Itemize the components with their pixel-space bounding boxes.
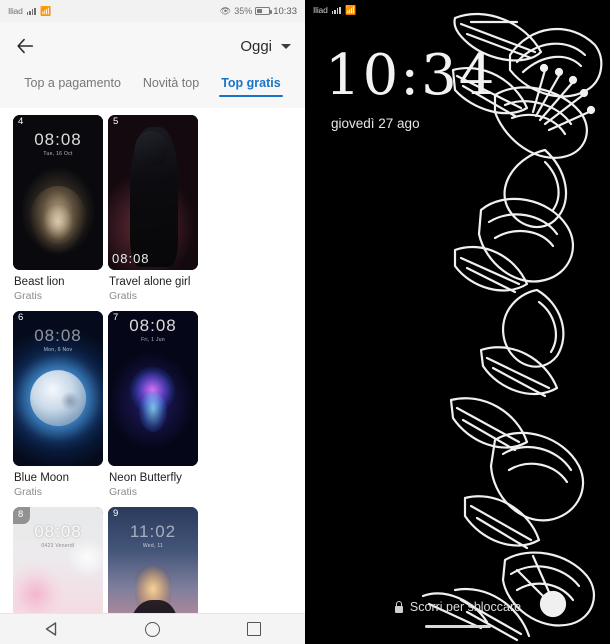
navigation-bar: [0, 613, 305, 644]
home-indicator: [424, 625, 491, 628]
theme-price: Gratis: [14, 486, 43, 498]
theme-price: Gratis: [109, 290, 138, 302]
status-bar-left: Iliad 📶: [8, 6, 51, 16]
theme-grid-scroll[interactable]: 4 08:08 Tue, 16 Oct Beast lion Gratis 5: [0, 108, 305, 614]
theme-card[interactable]: 6 08:08 Mon, 6 Nov Blue Moon Gratis: [13, 311, 103, 498]
rank-badge: 8: [13, 507, 31, 524]
carrier-label: Iliad: [313, 5, 328, 15]
lock-screen-clock: 10:34 giovedì 27 ago: [325, 43, 497, 132]
lock-clock-time: 10:34: [325, 43, 497, 108]
theme-thumbnail[interactable]: 9 11:02 Wed, 11: [108, 507, 198, 614]
theme-card[interactable]: 8 08:08 0423 Venerdì The Bank of Qin... …: [13, 507, 103, 614]
tab-top-free[interactable]: Top gratis: [219, 76, 283, 97]
theme-artwork: [108, 507, 198, 614]
eye-care-icon: 👁: [219, 5, 232, 16]
theme-artwork: [13, 311, 103, 466]
status-bar-right: 👁 35% 10:33: [220, 6, 297, 17]
rank-badge: 5: [113, 116, 119, 127]
wifi-icon: 📶: [344, 4, 357, 15]
lock-icon: [394, 601, 404, 613]
theme-card[interactable]: 9 11:02 Wed, 11 Lamp in bottle Gratis: [108, 507, 198, 614]
theme-card[interactable]: 4 08:08 Tue, 16 Oct Beast lion Gratis: [13, 115, 103, 302]
theme-grid: 4 08:08 Tue, 16 Oct Beast lion Gratis 5: [0, 108, 305, 614]
rank-badge: 6: [18, 312, 24, 323]
theme-card[interactable]: 5 08:08 Travel alone girl Gratis: [108, 115, 198, 302]
status-bar-clock: 10:33: [273, 5, 297, 17]
app-bar: Oggi: [0, 22, 305, 70]
category-tabs: Top a pagamento Novità top Top gratis: [0, 70, 305, 108]
unlock-hint-label: Scorri per sbloccare: [409, 600, 522, 614]
signal-bars-icon: [331, 6, 341, 14]
wifi-icon: 📶: [39, 5, 52, 16]
lock-screen-pane: Iliad 📶 10:34 giovedì 27 ago Scorri per …: [305, 0, 610, 644]
tab-top-paid[interactable]: Top a pagamento: [24, 76, 121, 97]
chevron-down-icon: [281, 43, 291, 49]
theme-name: Travel alone girl: [109, 276, 191, 288]
theme-artwork: [108, 311, 198, 466]
lock-status-left: Iliad 📶: [313, 5, 356, 15]
theme-price: Gratis: [109, 486, 138, 498]
themes-store-pane: Iliad 📶 👁 35% 10:33 Oggi Top a pagamento…: [0, 0, 305, 644]
lock-clock-date: giovedì 27 ago: [331, 116, 420, 131]
battery-icon: [255, 7, 273, 15]
rank-badge: 7: [113, 312, 119, 323]
theme-thumbnail[interactable]: 7 08:08 Fri, 1 Jun: [108, 311, 198, 466]
theme-artwork: [108, 115, 198, 270]
today-filter-dropdown[interactable]: Oggi: [240, 38, 293, 55]
today-filter-label: Oggi: [240, 37, 272, 55]
nav-recents-icon[interactable]: [234, 614, 274, 644]
rank-badge: 4: [18, 116, 24, 127]
nav-back-icon[interactable]: [31, 614, 71, 644]
theme-name: Beast lion: [14, 276, 65, 288]
tab-top-new[interactable]: Novità top: [143, 76, 199, 97]
theme-thumbnail[interactable]: 5 08:08: [108, 115, 198, 270]
theme-price: Gratis: [14, 290, 43, 302]
dual-phone-screenshot: Iliad 📶 👁 35% 10:33 Oggi Top a pagamento…: [0, 0, 610, 644]
status-bar: Iliad 📶 👁 35% 10:33: [0, 0, 305, 22]
battery-percent-label: 35%: [234, 6, 253, 16]
theme-thumbnail[interactable]: 8 08:08 0423 Venerdì: [13, 507, 103, 614]
theme-name: Neon Butterfly: [109, 472, 182, 484]
theme-artwork: [13, 115, 103, 270]
theme-thumbnail[interactable]: 6 08:08 Mon, 6 Nov: [13, 311, 103, 466]
nav-home-icon[interactable]: [132, 614, 172, 644]
rank-badge: 9: [113, 508, 119, 519]
theme-name: Blue Moon: [14, 472, 69, 484]
lock-status-bar: Iliad 📶: [305, 0, 610, 20]
theme-thumbnail[interactable]: 4 08:08 Tue, 16 Oct: [13, 115, 103, 270]
thumb-bottom-clock: 08:08: [112, 251, 150, 266]
signal-bars-icon: [26, 7, 36, 15]
unlock-hint[interactable]: Scorri per sbloccare: [305, 600, 610, 614]
theme-card[interactable]: 7 08:08 Fri, 1 Jun Neon Butterfly Gratis: [108, 311, 198, 498]
back-arrow-icon[interactable]: [12, 33, 38, 59]
carrier-label: Iliad: [8, 6, 23, 16]
